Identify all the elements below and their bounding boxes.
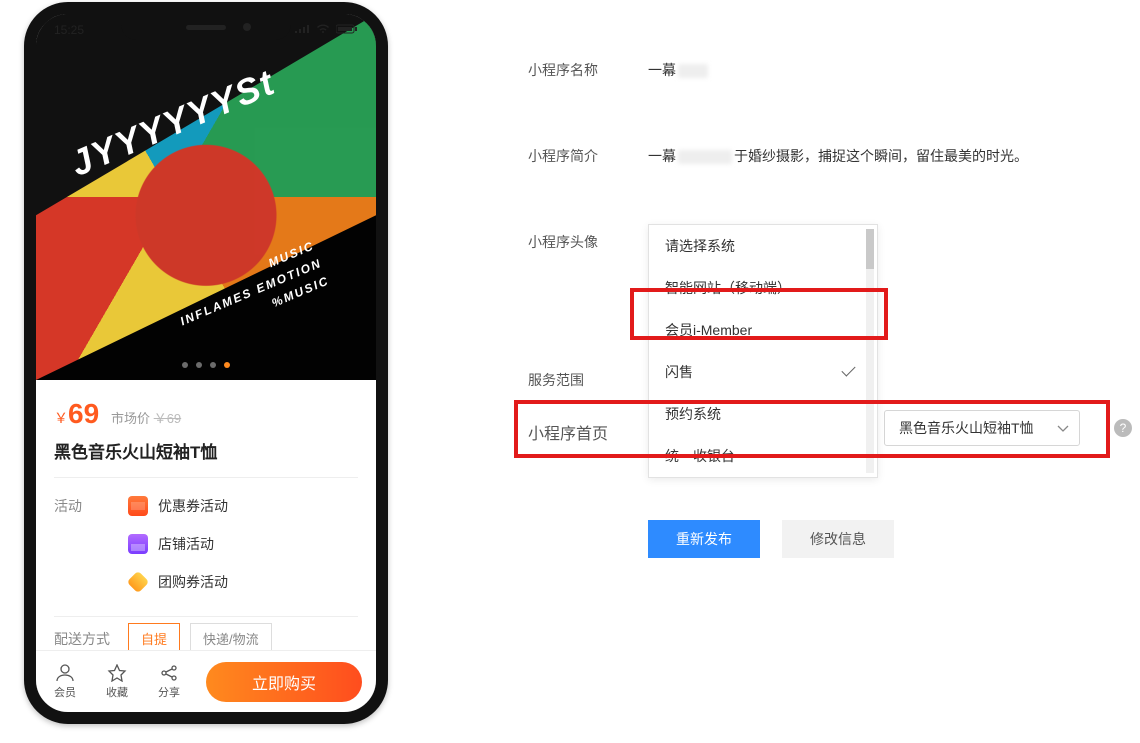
label-home: 小程序首页 (528, 412, 648, 444)
label-intro: 小程序简介 (528, 138, 648, 166)
user-icon (55, 664, 75, 682)
miniapp-form: 小程序名称 一幕 小程序简介 一幕于婚纱摄影，捕捉这个瞬间，留住最美的时光。 小… (528, 52, 1118, 430)
phone-notch (121, 14, 291, 40)
product-hero-image[interactable]: JYYYYYYSt MUSIC INFLAMES EMOTION %MUSIC (36, 14, 376, 380)
help-icon[interactable]: ? (1114, 419, 1132, 437)
market-price: 市场价 ￥69 (111, 408, 181, 427)
label-scope: 服务范围 (528, 362, 648, 390)
product-info: ￥69 市场价 ￥69 黑色音乐火山短袖T恤 活动 优惠券活动 店铺活动 (36, 380, 376, 668)
activity-section: 活动 优惠券活动 店铺活动 团购券活动 (36, 478, 376, 616)
dropdown-item[interactable]: 请选择系统 (649, 225, 877, 267)
product-title: 黑色音乐火山短袖T恤 (36, 430, 376, 477)
pager-dot[interactable] (196, 362, 202, 368)
price-main: ￥69 (54, 410, 103, 426)
activity-label: 活动 (54, 492, 128, 606)
bottombar-member[interactable]: 会员 (40, 664, 90, 700)
wifi-icon (316, 23, 330, 37)
diamond-icon (127, 571, 150, 594)
chevron-down-icon (1057, 420, 1069, 436)
label-avatar: 小程序头像 (528, 224, 648, 252)
edit-info-button[interactable]: 修改信息 (782, 520, 894, 558)
row-name: 小程序名称 一幕 (528, 52, 1118, 80)
pager-dot[interactable] (210, 362, 216, 368)
carousel-pager[interactable] (182, 362, 230, 368)
bottom-bar: 会员 收藏 分享 立即购买 (36, 650, 376, 712)
home-select-page[interactable]: 黑色音乐火山短袖T恤 (884, 410, 1080, 446)
share-icon (159, 664, 179, 682)
coupon-icon (128, 496, 148, 516)
activity-item-coupon[interactable]: 优惠券活动 (128, 492, 358, 530)
pager-dot[interactable] (182, 362, 188, 368)
statusbar-time: 15:25 (54, 23, 84, 37)
activity-item-store[interactable]: 店铺活动 (128, 530, 358, 568)
republish-button[interactable]: 重新发布 (648, 520, 760, 558)
pager-dot[interactable] (224, 362, 230, 368)
activity-item-label: 优惠券活动 (158, 496, 228, 516)
label-name: 小程序名称 (528, 52, 648, 80)
activity-item-label: 店铺活动 (158, 534, 214, 554)
dropdown-item-selected[interactable]: 闪售 (649, 351, 877, 393)
battery-icon (336, 23, 358, 37)
system-dropdown[interactable]: 请选择系统 智能网站（移动端） 会员i-Member 闪售 预约系统 统一收银台 (648, 224, 878, 478)
dropdown-item[interactable]: 会员i-Member (649, 309, 877, 351)
row-intro: 小程序简介 一幕于婚纱摄影，捕捉这个瞬间，留住最美的时光。 (528, 138, 1118, 166)
form-buttons: 重新发布 修改信息 (528, 492, 894, 558)
activity-item-label: 团购券活动 (158, 572, 228, 592)
bottombar-favorite[interactable]: 收藏 (92, 664, 142, 700)
activity-item-group[interactable]: 团购券活动 (128, 568, 358, 606)
row-avatar: 小程序头像 请选择系统 智能网站（移动端） 会员i-Member 闪售 预约系统… (528, 224, 1118, 252)
dropdown-item[interactable]: 统一收银台 (649, 435, 877, 477)
star-icon (107, 664, 127, 682)
dropdown-item[interactable]: 预约系统 (649, 393, 877, 435)
dropdown-item[interactable]: 智能网站（移动端） (649, 267, 877, 309)
bottombar-share[interactable]: 分享 (144, 664, 194, 700)
signal-icon (294, 23, 310, 37)
dropdown-scrollbar[interactable] (866, 229, 874, 473)
price-row: ￥69 市场价 ￥69 (36, 380, 376, 430)
value-intro: 一幕于婚纱摄影，捕捉这个瞬间，留住最美的时光。 (648, 138, 1118, 166)
buy-now-button[interactable]: 立即购买 (206, 662, 362, 702)
value-name: 一幕 (648, 52, 1118, 80)
shipping-label: 配送方式 (54, 629, 118, 649)
phone-mockup: 15:25 JYYYYYYSt MUSIC INFLAMES EMOTION %… (24, 2, 388, 724)
store-icon (128, 534, 148, 554)
